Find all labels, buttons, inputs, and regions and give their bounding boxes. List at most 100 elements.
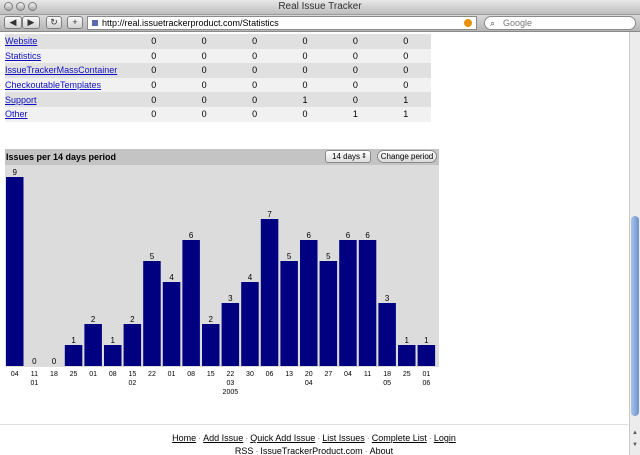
- issues-bar-chart: 9040110181252011082155224016082153224307…: [5, 165, 439, 396]
- chart-bar-value-label: 9: [13, 168, 18, 177]
- rss-icon[interactable]: [464, 19, 472, 27]
- chart-x-tick-label: 25: [70, 371, 78, 378]
- chart-bar-value-label: 1: [405, 336, 410, 345]
- footer-link-add-issue[interactable]: Add Issue: [203, 433, 243, 443]
- stats-row: IssueTrackerMassContainer 0 0 0 0 0 0: [5, 63, 431, 78]
- stats-row: Support 0 0 0 1 0 1: [5, 92, 431, 107]
- chart-bar: [398, 345, 416, 366]
- chart-year-label: 2005: [223, 389, 239, 396]
- back-button[interactable]: ◀: [4, 16, 22, 29]
- stats-value-cell: 0: [178, 63, 230, 78]
- stats-value-cell: 0: [279, 63, 331, 78]
- chart-bar-value-label: 6: [346, 231, 351, 240]
- footer-link-issuetrackerproduct-com[interactable]: IssueTrackerProduct.com: [260, 446, 362, 455]
- chart-x-tick-label: 30: [246, 371, 254, 378]
- stats-value-cell: 0: [330, 48, 381, 64]
- chart-bar: [221, 303, 240, 366]
- address-bar[interactable]: http://real.issuetrackerproduct.com/Stat…: [87, 16, 477, 30]
- stats-row-name-cell: Website: [5, 34, 129, 49]
- add-bookmark-button[interactable]: +: [67, 16, 83, 29]
- stats-row-link[interactable]: IssueTrackerMassContainer: [5, 65, 117, 75]
- footer-link-login[interactable]: Login: [434, 433, 456, 443]
- footer-separator: ·: [255, 446, 259, 455]
- chart-bar-value-label: 7: [267, 210, 272, 219]
- stats-row-link[interactable]: Other: [5, 109, 28, 119]
- chart-bar-value-label: 6: [365, 231, 370, 240]
- chart-bar-value-label: 5: [287, 252, 292, 261]
- stats-row-link[interactable]: CheckoutableTemplates: [5, 80, 101, 90]
- stats-value-cell: 0: [229, 92, 280, 107]
- stats-value-cell: 0: [279, 106, 331, 122]
- chart-bar: [280, 261, 298, 366]
- chart-x-tick-label: 22: [226, 371, 234, 378]
- stats-value-cell: 0: [128, 92, 179, 107]
- stats-value-cell: 0: [229, 34, 280, 49]
- chart-bar: [162, 282, 181, 366]
- stats-value-cell: 0: [178, 48, 230, 64]
- stats-value-cell: 0: [380, 34, 431, 49]
- chart-bar-value-label: 2: [91, 315, 96, 324]
- scroll-down-arrow-icon[interactable]: ▼: [631, 442, 639, 448]
- footer-link-rss[interactable]: RSS: [235, 446, 254, 455]
- chart-x-tick-label: 08: [187, 371, 195, 378]
- chart-bar: [241, 282, 259, 366]
- stats-value-cell: 0: [128, 63, 179, 78]
- chart-bar: [123, 324, 142, 366]
- chart-month-label: 06: [422, 380, 430, 387]
- stats-row-link[interactable]: Statistics: [5, 51, 41, 61]
- stats-value-cell: 1: [380, 106, 431, 122]
- chart-x-tick-label: 13: [285, 371, 293, 378]
- stats-value-cell: 1: [279, 92, 331, 107]
- stats-value-cell: 0: [279, 77, 331, 93]
- chart-bar-value-label: 6: [307, 231, 312, 240]
- footer-separator: ·: [428, 433, 432, 443]
- stats-row-link[interactable]: Support: [5, 95, 37, 105]
- chart-x-tick-label: 08: [109, 371, 117, 378]
- scrollbar-thumb[interactable]: [631, 216, 639, 416]
- search-icon: ⌕: [490, 18, 496, 28]
- chart-x-tick-label: 04: [11, 371, 19, 378]
- stats-row-link[interactable]: Website: [5, 36, 37, 46]
- scroll-up-arrow-icon[interactable]: ▲: [631, 430, 639, 436]
- stats-value-cell: 0: [229, 106, 280, 122]
- stats-value-cell: 0: [229, 48, 280, 64]
- stats-value-cell: 1: [380, 92, 431, 107]
- stats-value-cell: 0: [128, 77, 179, 93]
- search-field[interactable]: ⌕ Google: [484, 16, 636, 30]
- chart-bar-value-label: 4: [248, 273, 253, 282]
- chart-bar: [182, 240, 200, 366]
- search-placeholder: Google: [503, 18, 533, 28]
- footer-links-secondary: RSS · IssueTrackerProduct.com · About: [0, 446, 628, 455]
- chart-x-tick-label: 15: [207, 371, 215, 378]
- footer-separator: ·: [317, 433, 321, 443]
- stats-value-cell: 0: [229, 63, 280, 78]
- footer-link-list-issues[interactable]: List Issues: [322, 433, 365, 443]
- chart-x-tick-label: 11: [31, 371, 38, 378]
- chart-month-label: 05: [383, 380, 391, 387]
- stats-table-body: Website 0 0 0 0 0 0 Statistics 0 0 0 0 0 0 IssueTracke…: [5, 34, 431, 122]
- reload-button[interactable]: ↻: [46, 16, 62, 29]
- footer-link-quick-add-issue[interactable]: Quick Add Issue: [250, 433, 315, 443]
- chart-bar-value-label: 3: [385, 294, 390, 303]
- stats-value-cell: 0: [128, 106, 179, 122]
- footer-link-home[interactable]: Home: [172, 433, 196, 443]
- chart-bar-value-label: 1: [424, 336, 429, 345]
- stats-value-cell: 0: [178, 106, 230, 122]
- address-url: http://real.issuetrackerproduct.com/Stat…: [102, 18, 279, 28]
- vertical-scrollbar[interactable]: ▲ ▼: [629, 32, 640, 455]
- chart-bar-value-label: 2: [209, 315, 214, 324]
- forward-button[interactable]: ▶: [22, 16, 40, 29]
- footer-link-complete-list[interactable]: Complete List: [372, 433, 427, 443]
- stats-row: Other 0 0 0 0 1 1: [5, 106, 431, 122]
- stats-value-cell: 0: [178, 77, 230, 93]
- stats-row-name-cell: IssueTrackerMassContainer: [5, 63, 129, 78]
- chart-x-tick-label: 15: [128, 371, 136, 378]
- stats-table: Website 0 0 0 0 0 0 Statistics 0 0 0 0 0 0 IssueTracke…: [5, 34, 431, 122]
- chart-month-label: 04: [305, 380, 313, 387]
- chart-x-tick-label: 18: [50, 371, 58, 378]
- stats-value-cell: 0: [128, 48, 179, 64]
- footer-link-about[interactable]: About: [370, 446, 394, 455]
- stats-row: Website 0 0 0 0 0 0: [5, 34, 431, 49]
- stats-value-cell: 0: [128, 34, 179, 49]
- page-content: Website 0 0 0 0 0 0 Statistics 0 0 0 0 0 0 IssueTracke…: [0, 32, 628, 455]
